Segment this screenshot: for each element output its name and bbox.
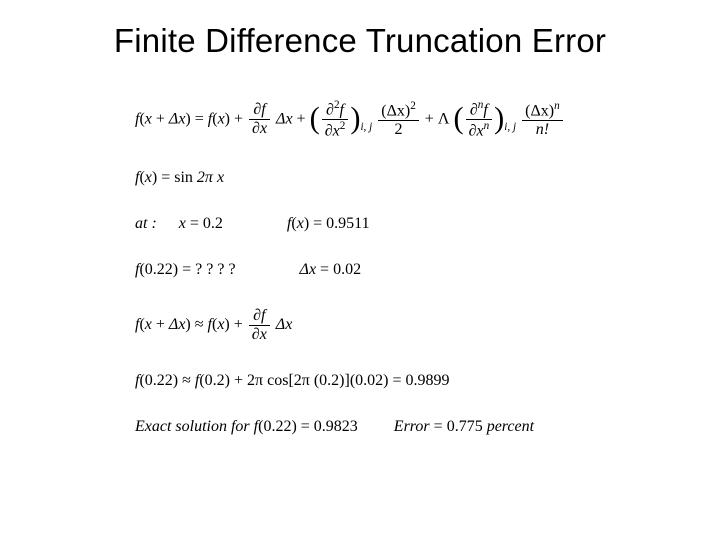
q-q: ? ? ? ? — [195, 261, 235, 278]
c-arg: 0.22 — [145, 372, 173, 389]
slide-content: f(x + Δx) = f(x) + ∂f ∂x Δx + ( ∂2f ∂x2 … — [135, 100, 615, 435]
ex-eq: = — [301, 418, 310, 435]
dnds: n — [484, 120, 490, 132]
d2n2: f — [340, 101, 344, 118]
cnd: n! — [536, 121, 549, 138]
ex-errlabel: Error — [394, 418, 430, 435]
c-plus: + — [234, 372, 243, 389]
c-coef: 2π — [247, 372, 263, 389]
at-fxarg: x — [297, 215, 304, 232]
ex-val: 0.9823 — [314, 418, 358, 435]
c-approx: ≈ — [182, 372, 191, 389]
q-eq2: = — [320, 261, 329, 278]
equals: = — [195, 111, 204, 128]
ap-dx: Δx — [169, 316, 186, 333]
eq-at: at : x = 0.2 f(x) = 0.9511 — [135, 216, 615, 232]
apd1n: ∂f — [253, 307, 265, 324]
dnn2: f — [483, 101, 487, 118]
c-eq: = — [392, 372, 401, 389]
ex-label: Exact solution for — [135, 418, 250, 435]
fdef-arg: x — [145, 169, 152, 186]
sub-ij-2: i, j — [504, 121, 516, 133]
d1-num: ∂f — [253, 101, 265, 118]
c-arg2: 0.2 — [205, 372, 225, 389]
fdef-sin: sin — [174, 169, 193, 186]
cns: n — [554, 100, 560, 112]
d2fdx2: ∂2f ∂x2 — [322, 100, 349, 140]
plus3: + — [425, 111, 434, 128]
eq-calc: f(0.22) ≈ f(0.2) + 2π cos[2π (0.2)](0.02… — [135, 373, 615, 389]
c-mult: (0.02) — [350, 372, 389, 389]
ex-arg: 0.22 — [263, 418, 291, 435]
fdef-eq: = — [161, 169, 170, 186]
slide: Finite Difference Truncation Error f(x +… — [0, 0, 720, 540]
ap-dx1: Δx — [276, 316, 293, 333]
c2s: 2 — [410, 100, 416, 112]
dnfdxn: ∂nf ∂xn — [466, 100, 493, 140]
at-xval: 0.2 — [203, 215, 223, 232]
eq-approx: f(x + Δx) ≈ f(x) + ∂f ∂x Δx — [135, 308, 615, 343]
at-fxval: 0.9511 — [326, 215, 369, 232]
arg-x0: x — [218, 111, 225, 128]
ap-x: x — [145, 316, 152, 333]
lambda: Λ — [438, 111, 450, 128]
eq-exact: Exact solution for f(0.22) = 0.9823 Erro… — [135, 419, 615, 435]
ap-approx: ≈ — [195, 316, 204, 333]
plus1: + — [234, 111, 243, 128]
dx2over2: (Δx)2 2 — [378, 101, 419, 138]
d1-den: ∂x — [252, 120, 267, 137]
at-label: at : — [135, 215, 157, 232]
apd1d: ∂x — [252, 326, 267, 343]
dfdx: ∂f ∂x — [249, 102, 270, 137]
ex-errunit: percent — [487, 418, 534, 435]
q-eq: = — [182, 261, 191, 278]
ap-dfdx: ∂f ∂x — [249, 308, 270, 343]
q-arg: 0.22 — [145, 261, 173, 278]
plus2: + — [297, 111, 306, 128]
c-cosarg: 2π (0.2) — [294, 372, 345, 389]
q-dx: Δx — [300, 261, 317, 278]
q-dxval: 0.02 — [333, 261, 361, 278]
dx1: Δx — [276, 111, 293, 128]
slide-title: Finite Difference Truncation Error — [0, 22, 720, 60]
d2n1: ∂ — [326, 101, 334, 118]
arg-x: x — [145, 111, 152, 128]
at-eq1: = — [190, 215, 199, 232]
cnn: (Δx) — [525, 102, 554, 119]
arg-dx: Δx — [169, 111, 186, 128]
ap-plus: + — [234, 316, 243, 333]
sub-ij-1: i, j — [360, 121, 372, 133]
dnd: ∂x — [469, 123, 484, 140]
eq-taylor: f(x + Δx) = f(x) + ∂f ∂x Δx + ( ∂2f ∂x2 … — [135, 100, 615, 140]
c-cos: cos — [267, 372, 288, 389]
at-x: x — [179, 215, 186, 232]
c2d: 2 — [395, 121, 403, 138]
dxnovernfact: (Δx)n n! — [522, 101, 563, 138]
d2ds: 2 — [340, 120, 346, 132]
d2d: ∂x — [325, 123, 340, 140]
fdef-2pix: 2π x — [197, 169, 224, 186]
ex-errval: 0.775 — [447, 418, 483, 435]
dnn1: ∂ — [470, 101, 478, 118]
eq-fdef: f(x) = sin 2π x — [135, 170, 615, 186]
c2n: (Δx) — [381, 102, 410, 119]
ex-eq2: = — [434, 418, 443, 435]
c-val: 0.9899 — [406, 372, 450, 389]
at-eq2: = — [313, 215, 322, 232]
eq-query: f(0.22) = ? ? ? ? Δx = 0.02 — [135, 262, 615, 278]
